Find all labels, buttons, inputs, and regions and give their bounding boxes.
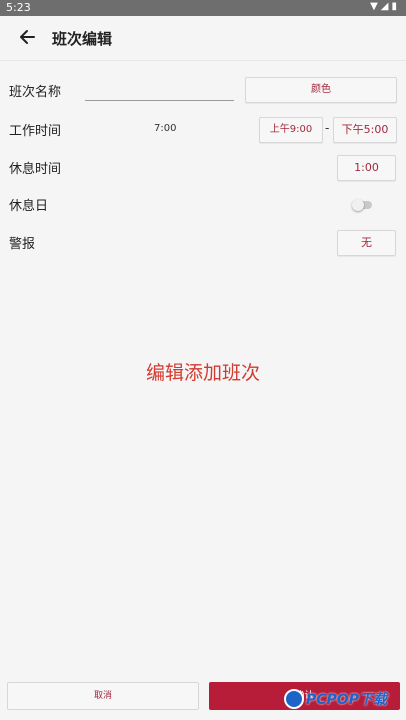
page-title: 班次编辑 bbox=[52, 30, 113, 48]
work-end-button[interactable]: 下午5:00 bbox=[333, 117, 397, 143]
wifi-icon: ▼ bbox=[370, 1, 381, 12]
time-separator: - bbox=[325, 121, 330, 135]
confirm-button[interactable]: 确认 bbox=[209, 682, 400, 710]
cancel-button[interactable]: 取消 bbox=[7, 682, 199, 710]
back-arrow-icon[interactable] bbox=[16, 26, 38, 48]
work-start-button[interactable]: 上午9:00 bbox=[259, 117, 323, 143]
alarm-button[interactable]: 无 bbox=[337, 230, 396, 256]
rest-day-label: 休息日 bbox=[9, 199, 49, 214]
status-icons: ▼◢▮ bbox=[370, 1, 400, 12]
status-time: 5:23 bbox=[6, 1, 31, 14]
signal-icon: ◢ bbox=[380, 1, 392, 12]
break-time-label: 休息时间 bbox=[9, 162, 62, 177]
toggle-thumb bbox=[352, 199, 364, 211]
rest-day-toggle[interactable] bbox=[352, 199, 374, 211]
shift-name-input[interactable] bbox=[85, 78, 234, 101]
work-duration: 7:00 bbox=[154, 123, 177, 134]
color-button[interactable]: 颜色 bbox=[245, 77, 397, 103]
status-bar: 5:23 ▼◢▮ bbox=[0, 0, 406, 16]
app-toolbar: 班次编辑 bbox=[0, 16, 406, 61]
shift-name-label: 班次名称 bbox=[9, 85, 62, 100]
break-time-button[interactable]: 1:00 bbox=[337, 155, 396, 181]
battery-icon: ▮ bbox=[391, 1, 400, 12]
work-time-label: 工作时间 bbox=[9, 124, 62, 139]
promo-caption: 编辑添加班次 bbox=[145, 362, 260, 384]
alarm-label: 警报 bbox=[9, 237, 36, 252]
